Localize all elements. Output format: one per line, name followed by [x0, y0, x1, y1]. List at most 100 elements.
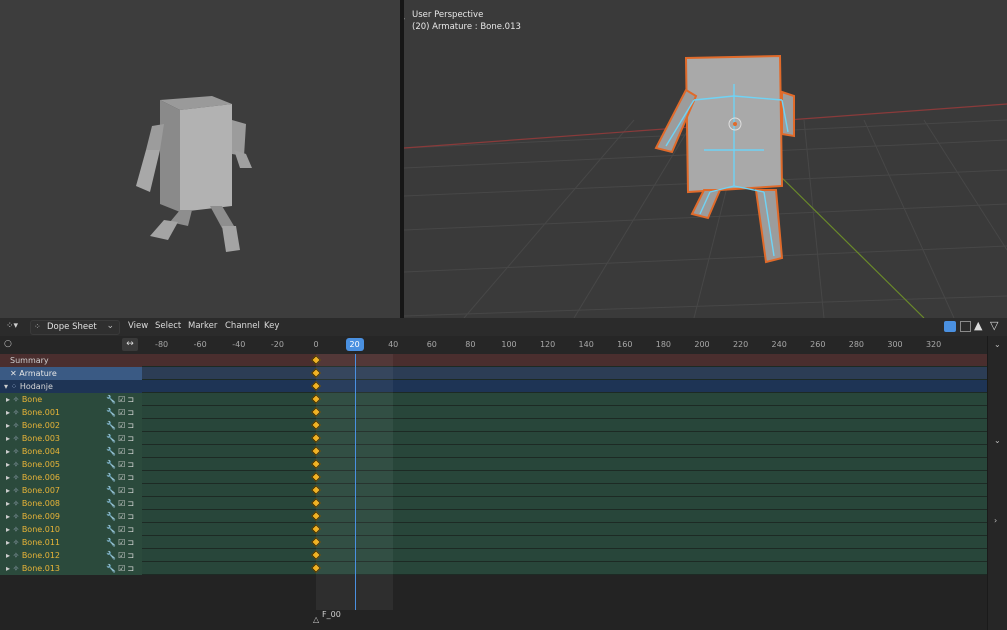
bone-tool-icons[interactable]: 🔧☑⊐ [106, 419, 136, 432]
checkbox-icon[interactable]: ☑ [118, 447, 127, 456]
current-frame-indicator[interactable]: 20 [345, 338, 364, 351]
channel-bone[interactable]: ▸ ✧ Bone.001 🔧☑⊐ [0, 406, 142, 419]
lock-icon[interactable]: ⊐ [127, 564, 136, 573]
keyframe-row[interactable] [142, 432, 987, 445]
keyframe-row[interactable] [142, 562, 987, 575]
wrench-icon[interactable]: 🔧 [106, 460, 118, 469]
channel-bone[interactable]: ▸ ✧ Bone.013 🔧☑⊐ [0, 562, 142, 575]
expand-arrow-icon[interactable]: ▸ [0, 538, 10, 547]
bone-tool-icons[interactable]: 🔧☑⊐ [106, 406, 136, 419]
wrench-icon[interactable]: 🔧 [106, 434, 118, 443]
bone-tool-icons[interactable]: 🔧☑⊐ [106, 510, 136, 523]
checkbox-icon[interactable]: ☑ [118, 395, 127, 404]
box-select-icon[interactable] [960, 321, 971, 332]
channel-bone[interactable]: ▸ ✧ Bone.011 🔧☑⊐ [0, 536, 142, 549]
lock-icon[interactable]: ⊐ [127, 473, 136, 482]
wrench-icon[interactable]: 🔧 [106, 564, 118, 573]
bone-tool-icons[interactable]: 🔧☑⊐ [106, 471, 136, 484]
channel-bone[interactable]: ▸ ✧ Bone.008 🔧☑⊐ [0, 497, 142, 510]
lock-icon[interactable]: ⊐ [127, 499, 136, 508]
expand-arrow-icon[interactable]: ▸ [0, 564, 10, 573]
channel-bone[interactable]: ▸ ✧ Bone.009 🔧☑⊐ [0, 510, 142, 523]
keyframe-row[interactable] [142, 367, 987, 380]
region-toggle-icon[interactable]: ‹› [404, 14, 405, 23]
keyframe-row[interactable] [142, 445, 987, 458]
checkbox-icon[interactable]: ☑ [118, 473, 127, 482]
bone-tool-icons[interactable]: 🔧☑⊐ [106, 432, 136, 445]
editor-type-icon[interactable]: ⁘▾ [6, 321, 18, 331]
wrench-icon[interactable]: 🔧 [106, 551, 118, 560]
keyframe-row[interactable] [142, 497, 987, 510]
menu-marker[interactable]: Marker [188, 321, 217, 331]
channel-bone[interactable]: ▸ ✧ Bone.012 🔧☑⊐ [0, 549, 142, 562]
channel-bone[interactable]: ▸ ✧ Bone.003 🔧☑⊐ [0, 432, 142, 445]
lock-icon[interactable]: ⊐ [127, 447, 136, 456]
checkbox-icon[interactable]: ☑ [118, 525, 127, 534]
wrench-icon[interactable]: 🔧 [106, 473, 118, 482]
menu-key[interactable]: Key [264, 321, 279, 331]
wrench-icon[interactable]: 🔧 [106, 499, 118, 508]
expand-arrow-icon[interactable]: ▸ [0, 525, 10, 534]
dope-sheet-editor[interactable]: ⁘▾ ⁘ Dope Sheet ⌄ View Select Marker Cha… [0, 318, 1007, 630]
expand-arrow-icon[interactable]: ▾ [0, 382, 8, 391]
lock-icon[interactable]: ⊐ [127, 538, 136, 547]
wrench-icon[interactable]: 🔧 [106, 486, 118, 495]
wrench-icon[interactable]: 🔧 [106, 538, 118, 547]
lock-icon[interactable]: ⊐ [127, 395, 136, 404]
bone-tool-icons[interactable]: 🔧☑⊐ [106, 393, 136, 406]
checkbox-icon[interactable]: ☑ [118, 538, 127, 547]
keyframe-row[interactable] [142, 406, 987, 419]
expand-arrow-icon[interactable]: ▸ [0, 551, 10, 560]
keyframe-row[interactable] [142, 510, 987, 523]
expand-arrow-icon[interactable]: ▸ [0, 460, 10, 469]
bone-tool-icons[interactable]: 🔧☑⊐ [106, 445, 136, 458]
3d-viewport[interactable]: User Perspective (20) Armature : Bone.01… [404, 0, 1007, 318]
warning-icon[interactable]: ▲ [974, 319, 982, 332]
channel-action[interactable]: ▾ ⁘ Hodanje [0, 380, 142, 393]
channel-armature[interactable]: ✕ Armature [0, 367, 142, 380]
keyframe-row[interactable] [142, 354, 987, 367]
keyframe-row[interactable] [142, 471, 987, 484]
lock-icon[interactable]: ⊐ [127, 421, 136, 430]
bone-tool-icons[interactable]: 🔧☑⊐ [106, 458, 136, 471]
lock-icon[interactable]: ⊐ [127, 460, 136, 469]
playhead-line[interactable] [354, 354, 356, 610]
chevron-right-icon[interactable]: › [994, 516, 997, 525]
keyframe-row[interactable] [142, 536, 987, 549]
keyframe-row[interactable] [142, 458, 987, 471]
checkbox-icon[interactable]: ☑ [118, 460, 127, 469]
keyframe-area[interactable] [142, 354, 987, 610]
wrench-icon[interactable]: 🔧 [106, 525, 118, 534]
lock-icon[interactable]: ⊐ [127, 551, 136, 560]
channel-bone[interactable]: ▸ ✧ Bone.004 🔧☑⊐ [0, 445, 142, 458]
channel-bone[interactable]: ▸ ✧ Bone 🔧☑⊐ [0, 393, 142, 406]
frame-ruler[interactable]: -80 -60 -40 -20 0 20 40 60 80 100 120 140 160 180 200 2… [142, 336, 987, 354]
checkbox-icon[interactable]: ☑ [118, 421, 127, 430]
keyframe-row[interactable] [142, 419, 987, 432]
wrench-icon[interactable]: 🔧 [106, 447, 118, 456]
wrench-icon[interactable]: 🔧 [106, 512, 118, 521]
channel-bone[interactable]: ▸ ✧ Bone.002 🔧☑⊐ [0, 419, 142, 432]
keyframe-row[interactable] [142, 523, 987, 536]
channel-bone[interactable]: ▸ ✧ Bone.006 🔧☑⊐ [0, 471, 142, 484]
keyframe-row[interactable] [142, 549, 987, 562]
expand-arrow-icon[interactable]: ▸ [0, 486, 10, 495]
chevron-down-icon[interactable]: ⌄ [994, 436, 1001, 445]
expand-arrow-icon[interactable]: ▸ [0, 434, 10, 443]
lock-icon[interactable]: ⊐ [127, 486, 136, 495]
expand-arrow-icon[interactable]: ▸ [0, 408, 10, 417]
bone-tool-icons[interactable]: 🔧☑⊐ [106, 536, 136, 549]
menu-channel[interactable]: Channel [225, 321, 260, 331]
wrench-icon[interactable]: 🔧 [106, 408, 118, 417]
bone-tool-icons[interactable]: 🔧☑⊐ [106, 549, 136, 562]
left-viewport[interactable] [0, 0, 400, 318]
marker[interactable]: △ F_00 [313, 610, 356, 627]
bone-tool-icons[interactable]: 🔧☑⊐ [106, 484, 136, 497]
channel-bone[interactable]: ▸ ✧ Bone.005 🔧☑⊐ [0, 458, 142, 471]
bone-tool-icons[interactable]: 🔧☑⊐ [106, 497, 136, 510]
select-tool-icon[interactable] [944, 321, 956, 332]
swap-arrows-icon[interactable]: ↔ [122, 338, 138, 351]
filter-icon[interactable]: ▽ [990, 319, 998, 332]
expand-arrow-icon[interactable]: ▸ [0, 473, 10, 482]
expand-arrow-icon[interactable]: ▸ [0, 421, 10, 430]
